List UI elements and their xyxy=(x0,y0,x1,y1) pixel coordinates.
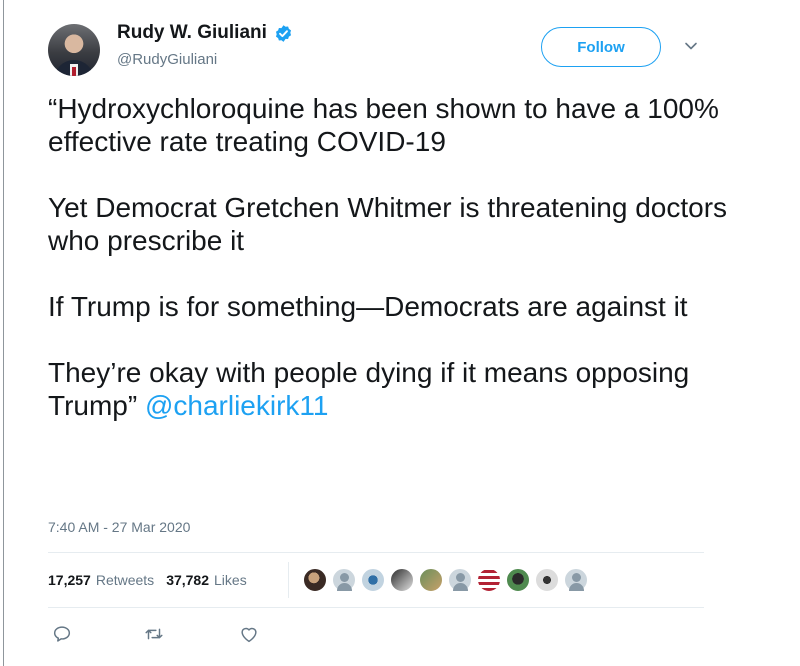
chevron-down-icon[interactable] xyxy=(683,38,699,54)
mention-link[interactable]: @charliekirk11 xyxy=(145,390,329,421)
liker-avatar[interactable] xyxy=(390,568,414,592)
like-icon[interactable] xyxy=(238,623,260,645)
tweet-timestamp[interactable]: 7:40 AM - 27 Mar 2020 xyxy=(48,519,190,535)
liker-avatar[interactable] xyxy=(535,568,559,592)
likes-label: Likes xyxy=(214,572,247,588)
tweet-paragraph: Yet Democrat Gretchen Whitmer is threate… xyxy=(48,192,728,256)
stats-separator xyxy=(288,562,289,598)
follow-button[interactable]: Follow xyxy=(541,27,661,67)
liker-avatar[interactable] xyxy=(477,568,501,592)
reply-icon[interactable] xyxy=(51,623,73,645)
tweet-text: “Hydroxychloroquine has been shown to ha… xyxy=(48,92,728,422)
tweet-paragraph: “Hydroxychloroquine has been shown to ha… xyxy=(48,93,719,157)
author-handle[interactable]: @RudyGiuliani xyxy=(117,51,217,68)
liker-avatar[interactable] xyxy=(419,568,443,592)
tweet-actions xyxy=(48,623,268,647)
liker-avatar-default[interactable] xyxy=(332,568,356,592)
tweet-last-paragraph: They’re okay with people dying if it mea… xyxy=(48,356,728,422)
divider xyxy=(48,607,704,608)
verified-badge-icon xyxy=(275,24,291,42)
liker-avatar[interactable] xyxy=(506,568,530,592)
liker-avatar[interactable] xyxy=(303,568,327,592)
divider xyxy=(48,552,704,553)
liker-avatars xyxy=(303,568,593,592)
author-display-name[interactable]: Rudy W. Giuliani xyxy=(117,22,267,44)
tweet-paragraph: If Trump is for something—Democrats are … xyxy=(48,291,688,322)
retweets-count: 17,257 xyxy=(48,572,91,588)
retweet-icon[interactable] xyxy=(143,623,165,645)
liker-avatar[interactable] xyxy=(361,568,385,592)
tweet-card: Rudy W. Giuliani @RudyGiuliani Follow “H… xyxy=(0,0,800,666)
engagement-stats: 17,257 Retweets 37,782 Likes xyxy=(48,572,247,588)
liker-avatar-default[interactable] xyxy=(448,568,472,592)
retweets-label: Retweets xyxy=(95,572,155,588)
liker-avatar-default[interactable] xyxy=(564,568,588,592)
retweets-stat[interactable]: 17,257 Retweets xyxy=(48,572,154,588)
avatar[interactable] xyxy=(48,24,100,76)
avatar-tie xyxy=(72,67,76,76)
likes-stat[interactable]: 37,782 Likes xyxy=(166,572,247,588)
author-name-row: Rudy W. Giuliani xyxy=(117,22,293,44)
likes-count: 37,782 xyxy=(166,572,210,588)
